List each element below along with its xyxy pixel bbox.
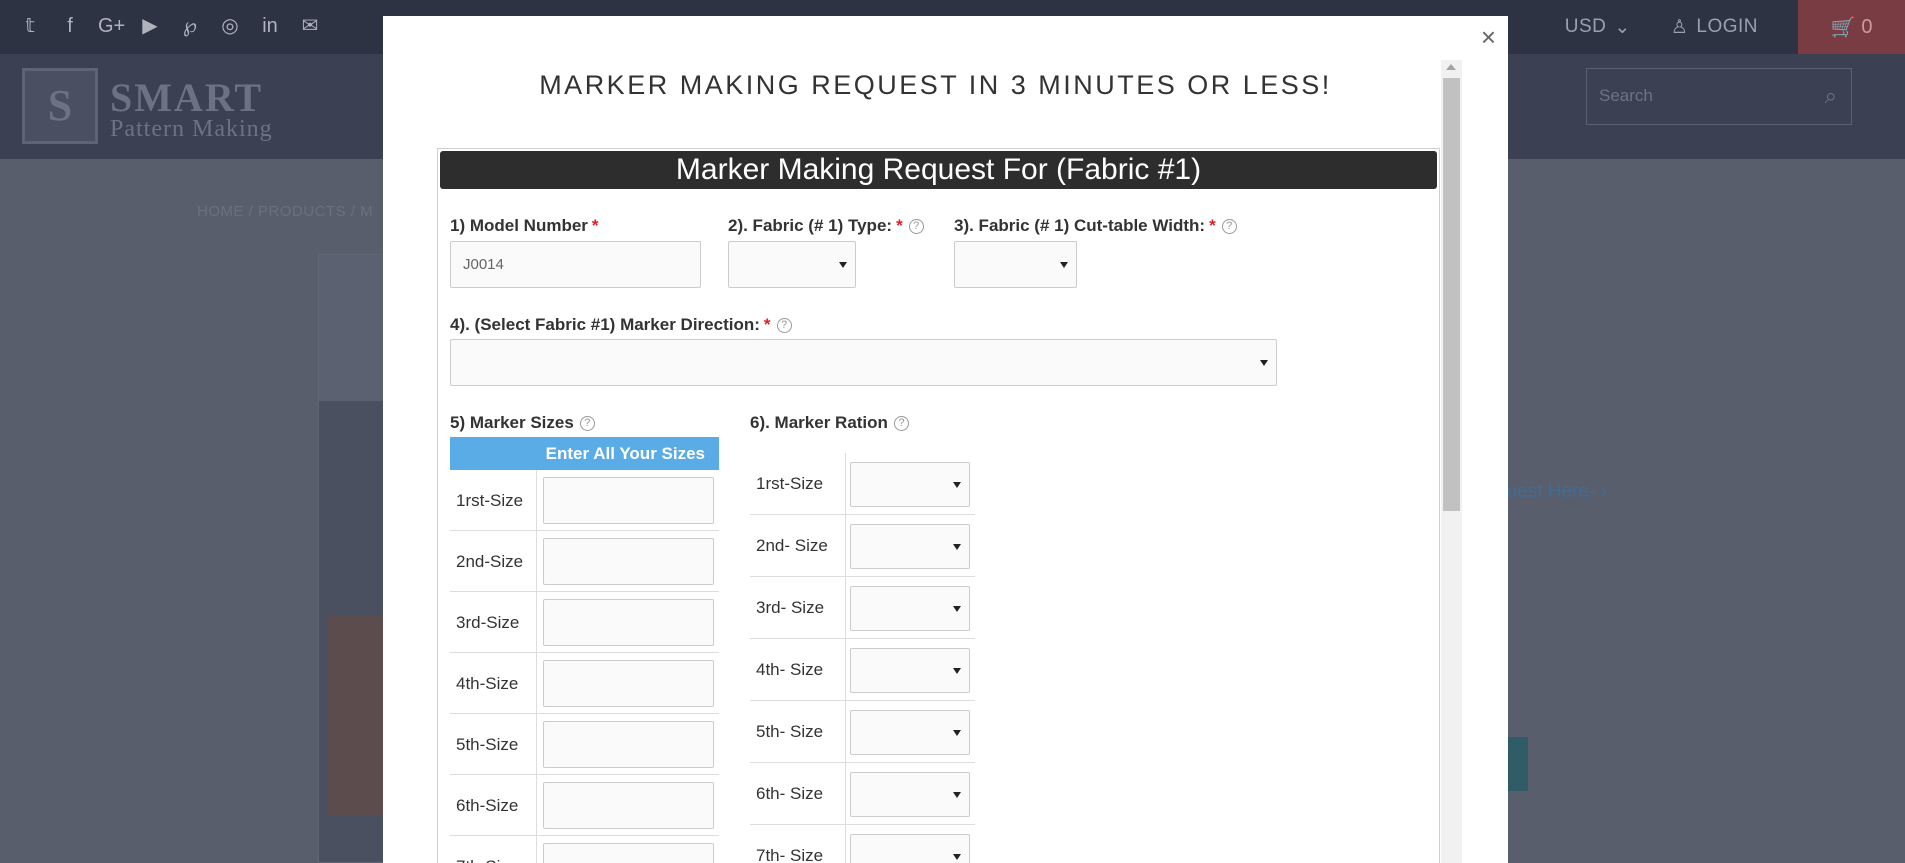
modal-title: MARKER MAKING REQUEST IN 3 MINUTES OR LE… bbox=[539, 70, 1332, 100]
table-row: 6th-Size bbox=[450, 775, 719, 836]
google-plus-icon[interactable]: G+ bbox=[98, 14, 125, 38]
youtube-icon[interactable]: ▶ bbox=[138, 14, 162, 38]
cut-width-select[interactable] bbox=[954, 241, 1077, 288]
table-row: 6th- Size bbox=[750, 763, 975, 825]
top-right-nav: USD ⌄ ♙ LOGIN 🛒 0 bbox=[1565, 0, 1905, 54]
size-input[interactable] bbox=[543, 477, 714, 524]
size-input[interactable] bbox=[543, 599, 714, 646]
login-link[interactable]: ♙ LOGIN bbox=[1671, 16, 1758, 39]
cart-button[interactable]: 🛒 0 bbox=[1798, 0, 1905, 54]
model-number-input[interactable]: J0014 bbox=[450, 241, 701, 288]
facebook-icon[interactable]: f bbox=[58, 14, 82, 38]
fabric-type-label: 2). Fabric (# 1) Type: *? bbox=[728, 216, 924, 236]
pinterest-icon[interactable]: ℘ bbox=[178, 14, 202, 38]
help-icon[interactable]: ? bbox=[893, 415, 909, 431]
fabric-type-select[interactable] bbox=[728, 241, 856, 288]
table-row: 3rd- Size bbox=[750, 577, 975, 639]
ratio-select[interactable] bbox=[850, 648, 970, 693]
table-row: 2nd- Size bbox=[750, 515, 975, 577]
table-row: 4th-Size bbox=[450, 653, 719, 714]
ratio-select[interactable] bbox=[850, 462, 970, 507]
email-icon[interactable]: ✉ bbox=[298, 14, 322, 38]
ratio-select[interactable] bbox=[850, 772, 970, 817]
marker-sizes-label: 5) Marker Sizes? bbox=[450, 413, 595, 433]
sizes-table: Enter All Your Sizes 1rst-Size 2nd-Size … bbox=[450, 437, 719, 863]
linkedin-icon[interactable]: in bbox=[258, 14, 282, 38]
ratio-select[interactable] bbox=[850, 834, 970, 863]
sizes-table-header: Enter All Your Sizes bbox=[450, 437, 719, 470]
cart-icon: 🛒 bbox=[1830, 16, 1856, 39]
request-link[interactable]: quest Here- › bbox=[1496, 481, 1607, 503]
marker-direction-label: 4). (Select Fabric #1) Marker Direction:… bbox=[450, 315, 792, 335]
marker-direction-select[interactable] bbox=[450, 339, 1277, 386]
ratio-select[interactable] bbox=[850, 524, 970, 569]
help-icon[interactable]: ? bbox=[776, 317, 792, 333]
ratio-select[interactable] bbox=[850, 586, 970, 631]
breadcrumb[interactable]: HOME / PRODUCTS / M bbox=[197, 203, 373, 220]
model-number-label: 1) Model Number * bbox=[450, 216, 599, 235]
table-row: 5th-Size bbox=[450, 714, 719, 775]
chevron-down-icon: ⌄ bbox=[1614, 16, 1631, 38]
ratios-table: 1rst-Size 2nd- Size 3rd- Size 4th- Size … bbox=[750, 453, 975, 863]
size-input[interactable] bbox=[543, 782, 714, 829]
size-input[interactable] bbox=[543, 721, 714, 768]
cut-width-label: 3). Fabric (# 1) Cut-table Width: *? bbox=[954, 216, 1237, 236]
search-icon[interactable]: ⌕ bbox=[1825, 83, 1837, 109]
help-icon[interactable]: ? bbox=[908, 218, 924, 234]
ratio-select[interactable] bbox=[850, 710, 970, 755]
help-icon[interactable]: ? bbox=[1221, 218, 1237, 234]
logo-mark-icon: S bbox=[22, 68, 98, 144]
table-row: 3rd-Size bbox=[450, 592, 719, 653]
size-input[interactable] bbox=[543, 660, 714, 707]
close-icon[interactable]: × bbox=[1481, 24, 1496, 50]
marker-request-modal: × MARKER MAKING REQUEST IN 3 MINUTES OR … bbox=[383, 16, 1508, 863]
size-input[interactable] bbox=[543, 843, 714, 863]
marker-ration-label: 6). Marker Ration? bbox=[750, 413, 909, 433]
help-icon[interactable]: ? bbox=[579, 415, 595, 431]
table-row: 4th- Size bbox=[750, 639, 975, 701]
table-row: 7th- Size bbox=[750, 825, 975, 863]
twitter-icon[interactable]: 𝕥 bbox=[18, 14, 42, 38]
user-icon: ♙ bbox=[1670, 16, 1689, 38]
form-header: Marker Making Request For (Fabric #1) bbox=[440, 151, 1437, 189]
size-input[interactable] bbox=[543, 538, 714, 585]
instagram-icon[interactable]: ◎ bbox=[218, 14, 242, 38]
social-links: 𝕥 f G+ ▶ ℘ ◎ in ✉ bbox=[18, 14, 322, 38]
site-logo[interactable]: S SMART Pattern Making bbox=[22, 68, 282, 144]
table-row: 2nd-Size bbox=[450, 531, 719, 592]
search-input[interactable]: Search ⌕ bbox=[1586, 68, 1852, 125]
table-row: 7th-Size bbox=[450, 836, 719, 863]
modal-scrollbar[interactable] bbox=[1441, 60, 1462, 863]
table-row: 5th- Size bbox=[750, 701, 975, 763]
product-image bbox=[318, 254, 389, 863]
table-row: 1rst-Size bbox=[750, 453, 975, 515]
currency-selector[interactable]: USD ⌄ bbox=[1565, 16, 1631, 39]
table-row: 1rst-Size bbox=[450, 470, 719, 531]
